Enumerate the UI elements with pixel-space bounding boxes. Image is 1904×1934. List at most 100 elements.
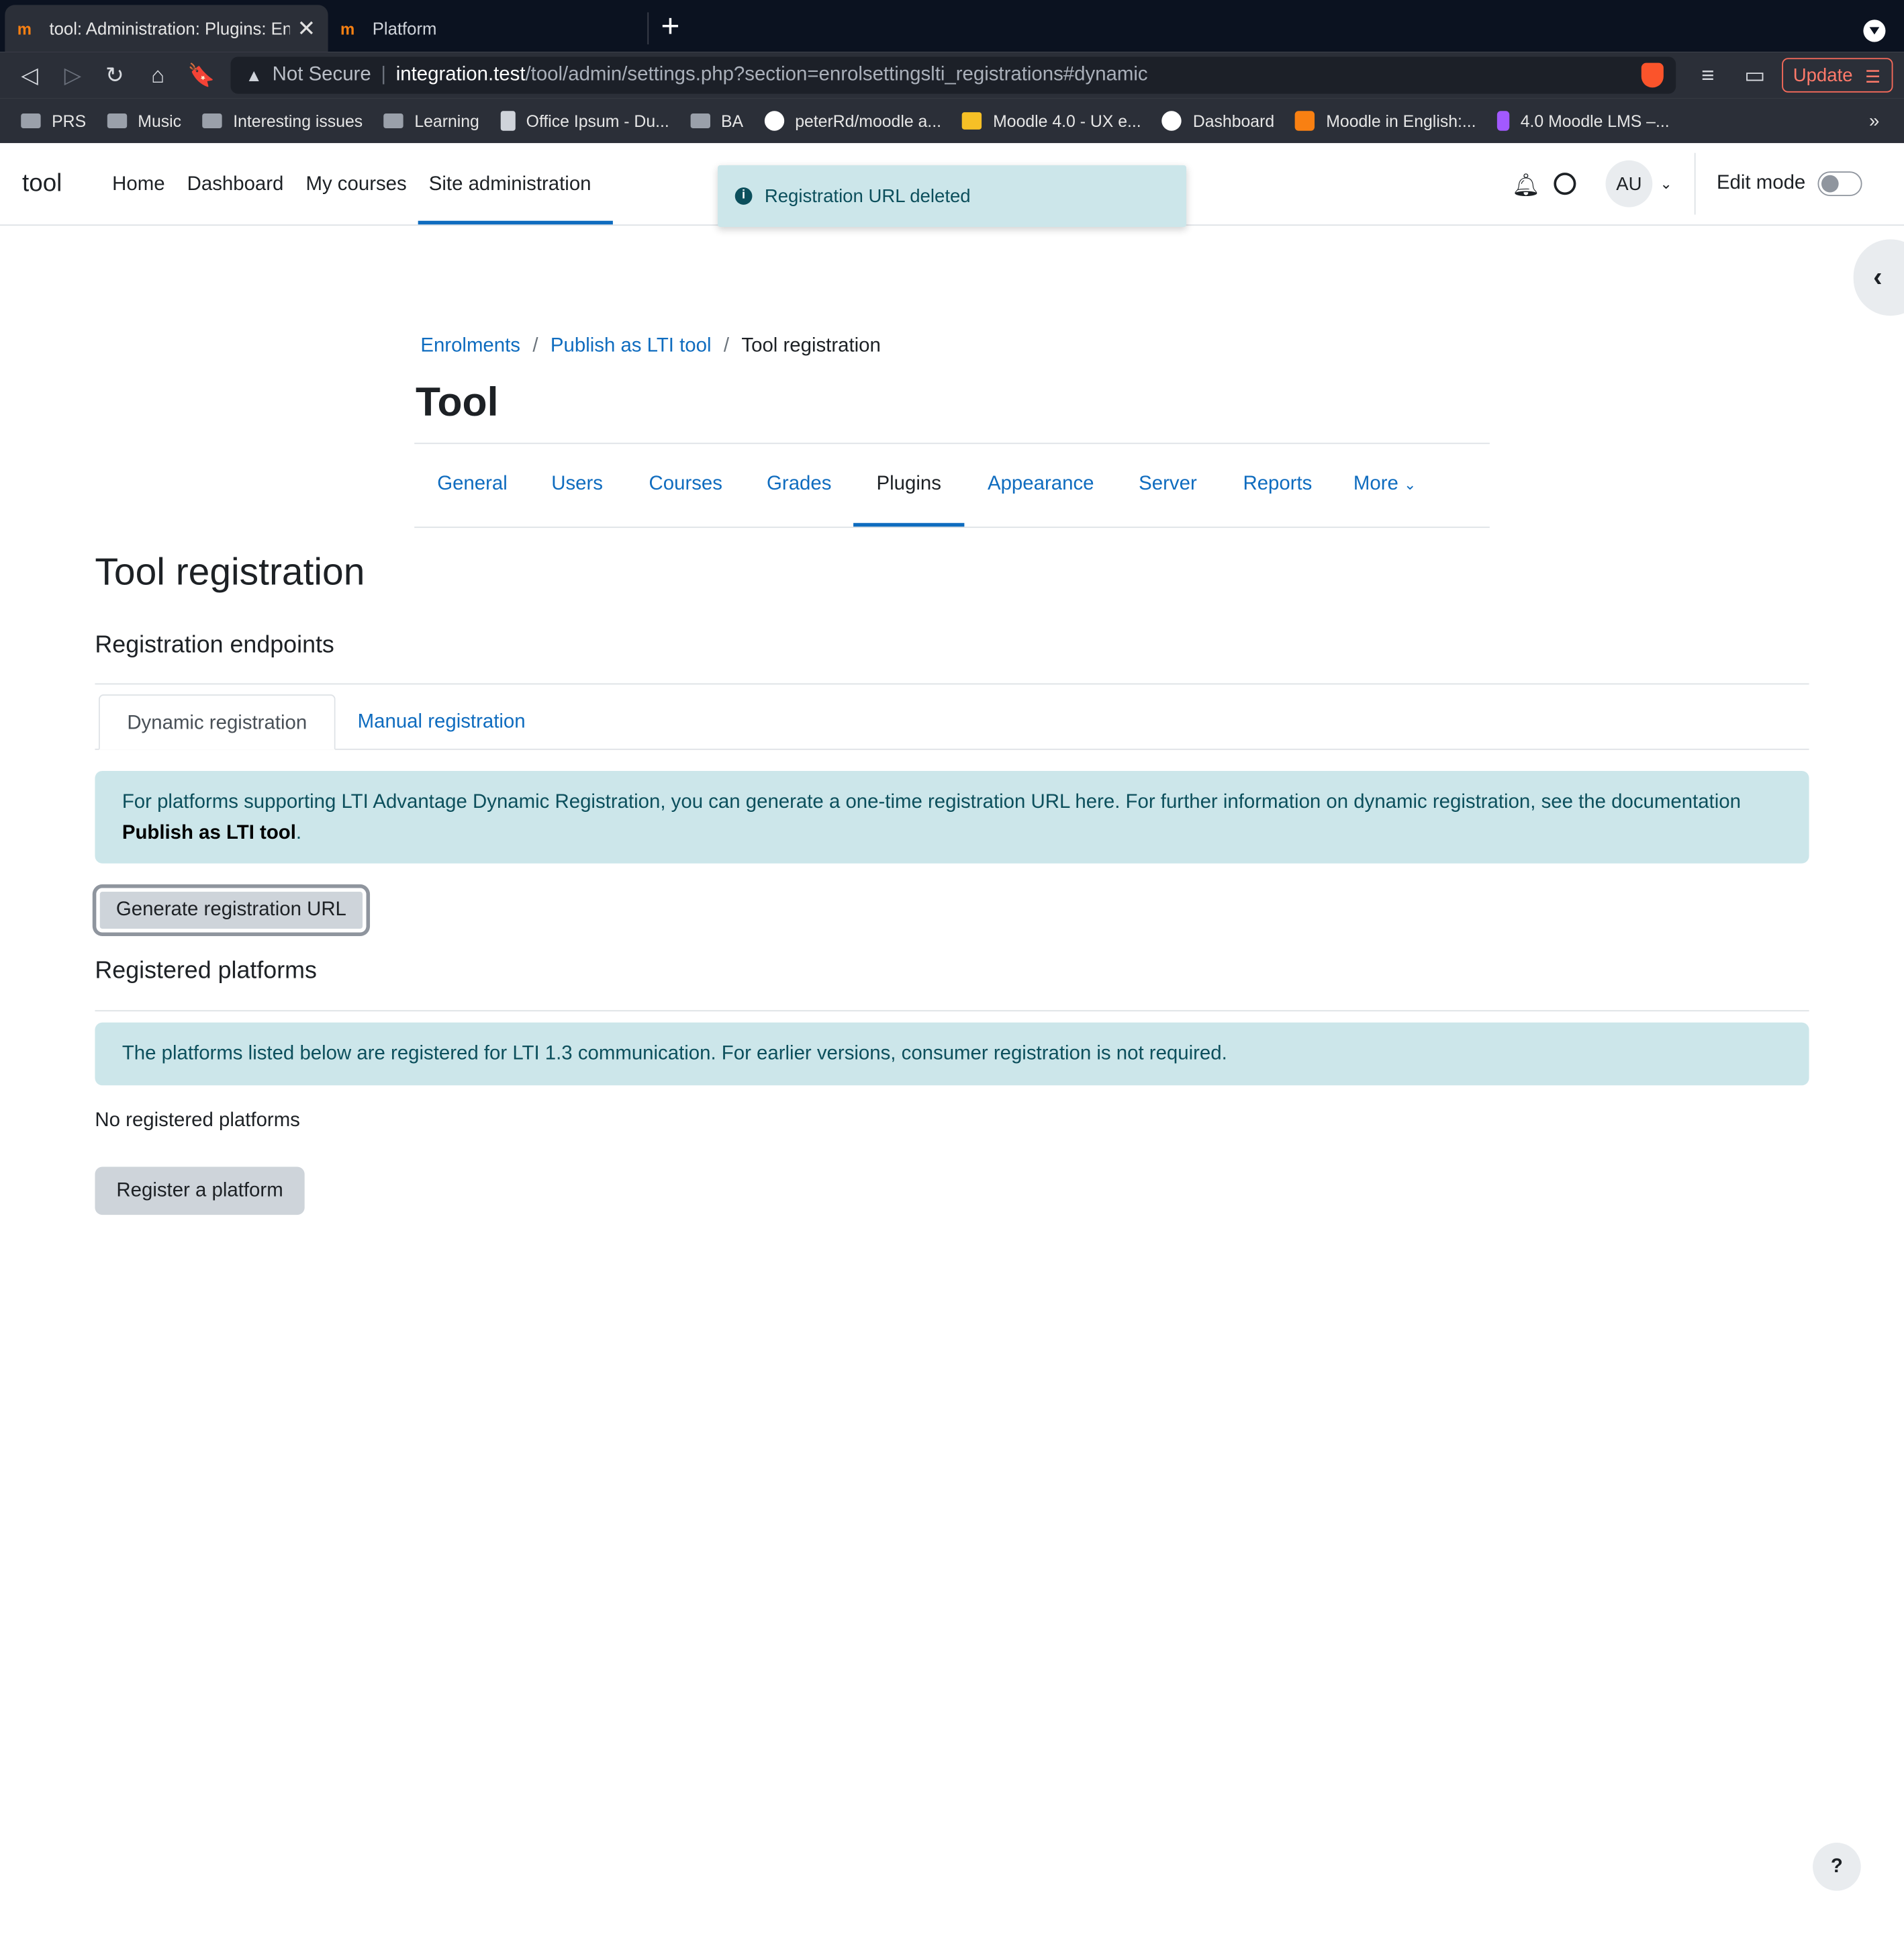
address-separator: |	[381, 64, 387, 85]
bookmark-label: 4.0 Moodle LMS –...	[1520, 111, 1670, 130]
generate-registration-url-button[interactable]: Generate registration URL	[95, 886, 368, 934]
navbar-divider	[1694, 152, 1696, 215]
bookmark-label: peterRd/moodle a...	[795, 111, 941, 130]
nav-dashboard[interactable]: Dashboard	[176, 143, 295, 224]
breadcrumb-publish-lti[interactable]: Publish as LTI tool	[551, 336, 712, 358]
bookmark-label: Music	[138, 111, 182, 130]
secondary-navigation: General Users Courses Grades Plugins App…	[414, 443, 1490, 528]
divider	[95, 1010, 1809, 1012]
folder-icon	[21, 113, 41, 129]
browser-tab-active[interactable]: m tool: Administration: Plugins: Enrolme…	[5, 5, 328, 52]
primary-navigation: Home Dashboard My courses Site administr…	[101, 143, 613, 225]
nav-site-administration[interactable]: Site administration	[418, 143, 613, 225]
security-label: Not Secure	[272, 64, 371, 85]
bookmark-moodle-ux[interactable]: Moodle 4.0 - UX e...	[962, 111, 1141, 130]
site-brand[interactable]: tool	[22, 170, 62, 198]
chevron-left-icon: ‹	[1873, 261, 1883, 293]
warning-icon: ▲	[245, 65, 263, 85]
info-text: For platforms supporting LTI Advantage D…	[122, 792, 1741, 813]
folder-icon	[107, 113, 127, 129]
registration-tabs: Dynamic registration Manual registration	[95, 694, 1809, 750]
address-bar[interactable]: ▲ Not Secure | integration.test /tool/ad…	[230, 56, 1676, 94]
tab-plugins[interactable]: Plugins	[853, 444, 965, 527]
register-platform-button[interactable]: Register a platform	[95, 1166, 305, 1215]
open-block-drawer-button[interactable]: ‹	[1853, 239, 1904, 316]
help-button[interactable]: ?	[1813, 1843, 1861, 1891]
info-icon: i	[734, 187, 753, 205]
bookmark-learning[interactable]: Learning	[383, 111, 479, 130]
edit-mode-label: Edit mode	[1716, 173, 1806, 194]
messages-chat-icon[interactable]	[1554, 173, 1576, 195]
chevron-down-icon: ⌄	[1404, 475, 1417, 494]
bookmark-figma[interactable]: 4.0 Moodle LMS –...	[1496, 111, 1670, 131]
github-icon	[764, 111, 784, 131]
bookmark-label: Moodle in English:...	[1326, 111, 1476, 130]
bookmark-ba[interactable]: BA	[690, 111, 743, 130]
folder-icon	[690, 113, 710, 129]
documentation-link[interactable]: Publish as LTI tool	[122, 823, 296, 843]
registered-platforms-heading: Registered platforms	[95, 957, 317, 984]
bookmark-office-ipsum[interactable]: Office Ipsum - Du...	[500, 111, 669, 131]
moodle-favicon-icon: m	[17, 19, 32, 38]
no-platforms-text: No registered platforms	[95, 1110, 300, 1132]
bookmark-label: BA	[720, 111, 744, 130]
breadcrumb-enrolments[interactable]: Enrolments	[420, 336, 520, 358]
user-navigation: 🔔︎ AU ⌄ Edit mode	[1505, 143, 1862, 224]
reload-icon[interactable]: ↻	[101, 62, 128, 89]
office-icon	[500, 111, 516, 131]
folder-icon	[383, 113, 403, 129]
bookmark-prs[interactable]: PRS	[21, 111, 86, 130]
notifications-bell-icon[interactable]: 🔔︎	[1512, 173, 1540, 197]
close-tab-icon[interactable]: ✕	[297, 15, 316, 42]
bookmark-music[interactable]: Music	[107, 111, 181, 130]
tab-title: tool: Administration: Plugins: Enrolment…	[49, 18, 289, 38]
tab-more[interactable]: More ⌄	[1337, 444, 1433, 525]
bookmarks-bar: PRS Music Interesting issues Learning Of…	[0, 98, 1904, 144]
chevron-down-icon[interactable]: ⌄	[1660, 175, 1672, 193]
tab-grades[interactable]: Grades	[745, 444, 853, 525]
info-text-end: .	[295, 823, 302, 844]
tab-users[interactable]: Users	[530, 444, 624, 525]
tab-general[interactable]: General	[414, 444, 530, 525]
figma-icon	[1496, 111, 1510, 131]
bookmark-label: Learning	[414, 111, 479, 130]
moodle-icon	[1295, 111, 1315, 131]
more-label: More	[1353, 473, 1398, 495]
bookmark-icon[interactable]: 🔖	[187, 62, 215, 89]
home-icon[interactable]: ⌂	[144, 62, 171, 89]
tab-appearance[interactable]: Appearance	[964, 444, 1117, 525]
url-path: /tool/admin/settings.php?section=enrolse…	[525, 64, 1148, 85]
browser-toolbar: ◁ ▷ ↻ ⌂ 🔖 ▲ Not Secure | integration.tes…	[0, 52, 1904, 99]
platforms-info: The platforms listed below are registere…	[95, 1022, 1809, 1086]
tab-manual-registration[interactable]: Manual registration	[336, 694, 548, 749]
bookmark-label: Office Ipsum - Du...	[526, 111, 669, 130]
nav-home[interactable]: Home	[101, 143, 176, 224]
bookmark-label: Dashboard	[1192, 111, 1275, 130]
tab-dynamic-registration[interactable]: Dynamic registration	[98, 694, 336, 750]
tab-search-icon[interactable]	[1863, 19, 1886, 42]
edit-mode-toggle[interactable]	[1817, 171, 1862, 197]
bookmark-interesting-issues[interactable]: Interesting issues	[202, 111, 363, 130]
bookmark-dashboard[interactable]: Dashboard	[1161, 111, 1275, 131]
tab-courses[interactable]: Courses	[626, 444, 745, 525]
wallet-icon[interactable]: ▭	[1742, 62, 1768, 89]
url-host: integration.test	[395, 64, 526, 85]
update-button[interactable]: Update ☰	[1782, 58, 1893, 93]
bookmarks-overflow-icon[interactable]: »	[1869, 110, 1879, 131]
bookmark-github[interactable]: peterRd/moodle a...	[764, 111, 941, 131]
new-tab-icon[interactable]: +	[661, 10, 680, 42]
globe-icon	[1161, 111, 1182, 131]
folder-icon	[202, 113, 222, 129]
user-avatar[interactable]: AU	[1605, 160, 1653, 208]
brave-shield-icon[interactable]	[1641, 62, 1664, 88]
back-icon[interactable]: ◁	[16, 62, 43, 89]
tab-server[interactable]: Server	[1120, 444, 1216, 525]
bookmark-moodle-english[interactable]: Moodle in English:...	[1295, 111, 1476, 131]
update-label: Update	[1793, 64, 1853, 86]
nav-my-courses[interactable]: My courses	[295, 143, 418, 224]
browser-tab-platform[interactable]: m Platform	[328, 12, 649, 45]
forward-icon[interactable]: ▷	[59, 62, 86, 89]
tab-reports[interactable]: Reports	[1219, 444, 1337, 525]
playlist-icon[interactable]: ≡	[1695, 62, 1721, 89]
tab-title: Platform	[372, 18, 437, 38]
